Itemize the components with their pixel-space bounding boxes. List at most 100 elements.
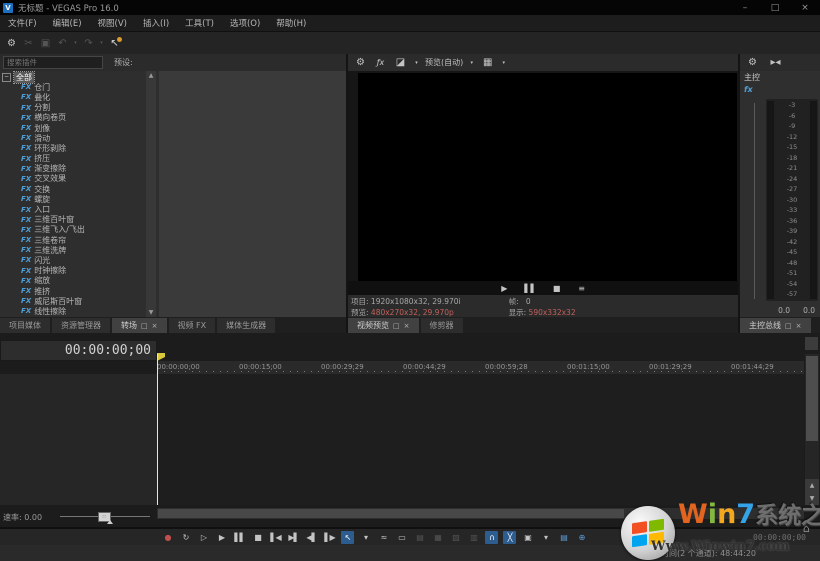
redo-icon[interactable]: ↷ [81,36,96,51]
preview-pause-icon[interactable]: ▌▌ [524,282,536,294]
go-to-end-icon[interactable]: ▶▌ [287,531,300,544]
snap-icon[interactable]: ∩ [485,531,498,544]
envelope-tool-icon[interactable]: ≈ [377,531,390,544]
cut-icon[interactable]: ✂ [21,36,36,51]
fx-item[interactable]: FX 缩放 [0,276,157,286]
fx-item[interactable]: FX 推挤 [0,286,157,296]
fx-item[interactable]: FX 三维卷帘 [0,235,157,245]
ignore-event-grouping-icon[interactable]: ▦ [431,531,444,544]
menu-item[interactable]: 文件(F) [0,15,45,31]
menu-item[interactable]: 工具(T) [177,15,222,31]
fx-item[interactable]: FX 挤压 [0,154,157,164]
tree-root-item[interactable]: − 全部 [0,72,157,82]
menu-item[interactable]: 视图(V) [90,15,135,31]
timeline-ruler[interactable]: 00:00:00;0000:00:15;0000:00:29;2900:00:4… [157,361,804,375]
project-properties-gear-icon[interactable]: ⚙ [4,36,19,51]
go-to-start-icon[interactable]: ▌◀ [269,531,282,544]
stop-icon[interactable]: ■ [251,531,264,544]
menu-item[interactable]: 帮助(H) [268,15,314,31]
auto-crossfade-icon[interactable]: ▧ [449,531,462,544]
selection-tool-icon[interactable]: ▭ [395,531,408,544]
fx-item[interactable]: FX 星形擦除 [0,317,157,318]
dock-tab[interactable]: 资源管理器 [52,318,110,333]
fx-item[interactable]: FX 时钟擦除 [0,266,157,276]
quantize-to-frames-icon[interactable]: ▥ [467,531,480,544]
collapse-icon[interactable]: − [2,73,11,82]
playhead-cursor[interactable] [157,354,158,505]
fx-item[interactable]: FX 入口 [0,204,157,214]
bus-properties-gear-icon[interactable]: ⚙ [745,55,760,70]
record-icon[interactable]: ● [161,531,174,544]
dock-tab[interactable]: 转场□× [112,318,167,333]
bus-fx-icon[interactable]: fx [744,85,753,94]
event-grouping-icon[interactable]: ▣ [521,531,534,544]
edit-tool-dropdown-caret-icon[interactable]: ▾ [359,531,372,544]
fx-item[interactable]: FX 三维百叶窗 [0,215,157,225]
preview-quality-caret-icon[interactable]: ▾ [468,55,475,70]
track-list-area[interactable] [0,374,158,505]
fx-item[interactable]: FX 叠化 [0,92,157,102]
scroll-up-icon[interactable]: ▲ [146,71,156,80]
marker-tool-button[interactable] [805,337,818,350]
rate-slider[interactable]: ∷ [60,516,150,517]
fx-item[interactable]: FX 环形剥除 [0,143,157,153]
timeline-horizontal-scrollbar[interactable] [157,508,804,519]
mixer-icon[interactable]: ▤ [557,531,570,544]
fx-item[interactable]: FX 三维飞入/飞出 [0,225,157,235]
undo-dropdown-caret-icon[interactable]: ▾ [72,36,79,51]
fx-item[interactable]: FX 线性擦除 [0,306,157,316]
fx-item[interactable]: FX 划像 [0,123,157,133]
fx-item[interactable]: FX 闪光 [0,255,157,265]
auto-ripple-icon[interactable]: ╳ [503,531,516,544]
plugin-search-input[interactable] [3,56,103,69]
minimize-button[interactable]: – [730,0,760,15]
fx-item[interactable]: FX 分割 [0,103,157,113]
fx-item[interactable]: FX 三维洗牌 [0,245,157,255]
split-screen-caret-icon[interactable]: ▾ [413,55,420,70]
hscroll-thumb[interactable] [158,509,624,518]
level-meter[interactable]: -3-6-9-12-15-18-21-24-27-30-33-36-39-42-… [766,99,818,301]
scroll-down-icon[interactable]: ▼ [146,308,156,317]
lock-envelopes-icon[interactable]: ▤ [413,531,426,544]
playback-options-icon[interactable]: ≡ [577,282,587,294]
preset-list-area[interactable] [159,71,346,317]
preview-stop-icon[interactable]: ■ [552,282,562,294]
split-screen-view-icon[interactable]: ◪ [393,55,408,70]
fx-item[interactable]: FX 交换 [0,184,157,194]
preview-quality-selector[interactable]: 预览(自动) [425,55,463,70]
video-output-fx-icon[interactable]: ƒx [373,55,388,70]
fx-item[interactable]: FX 滑动 [0,133,157,143]
undo-icon[interactable]: ↶ [55,36,70,51]
scroll-down-button[interactable]: ▼ [805,492,819,505]
fx-item[interactable]: FX 横向卷页 [0,113,157,123]
normal-edit-tool-icon[interactable]: ↖ [341,531,354,544]
preview-play-icon[interactable]: ▶ [499,282,509,294]
downmix-output-icon[interactable]: ▸◂ [768,55,783,70]
fx-item[interactable]: FX 仓门 [0,82,157,92]
dock-tab[interactable]: 主控总线□× [740,318,811,333]
track-view[interactable] [0,374,804,505]
overlays-caret-icon[interactable]: ▾ [500,55,507,70]
paste-icon[interactable]: ▣ [38,36,53,51]
grouping-dropdown-caret-icon[interactable]: ▾ [539,531,552,544]
dock-tab[interactable]: 视频 FX [169,318,216,333]
pause-icon[interactable]: ▌▌ [233,531,246,544]
tree-scrollbar[interactable]: ▲ ▼ [146,71,156,317]
dock-tab[interactable]: 修剪器 [421,318,463,333]
playhead-marker-icon[interactable] [157,353,165,361]
next-frame-icon[interactable]: ▌▶ [323,531,336,544]
dock-tab[interactable]: 媒体生成器 [217,318,275,333]
play-from-start-icon[interactable]: ▷ [197,531,210,544]
timecode-display[interactable]: 00:00:00;00 [0,340,157,361]
maximize-button[interactable]: □ [760,0,790,15]
menu-item[interactable]: 编辑(E) [45,15,90,31]
menu-item[interactable]: 选项(O) [222,15,268,31]
fx-item[interactable]: FX 渐变擦除 [0,164,157,174]
timeline-vertical-scrollbar[interactable] [805,354,819,479]
preview-settings-gear-icon[interactable]: ⚙ [353,55,368,70]
close-button[interactable]: × [790,0,820,15]
overlays-grid-icon[interactable]: ▦ [480,55,495,70]
touch-pointer-icon[interactable]: ⊕ [575,531,588,544]
fx-item[interactable]: FX 螺旋 [0,194,157,204]
interactive-tutorials-icon[interactable]: ↖ [107,36,122,51]
